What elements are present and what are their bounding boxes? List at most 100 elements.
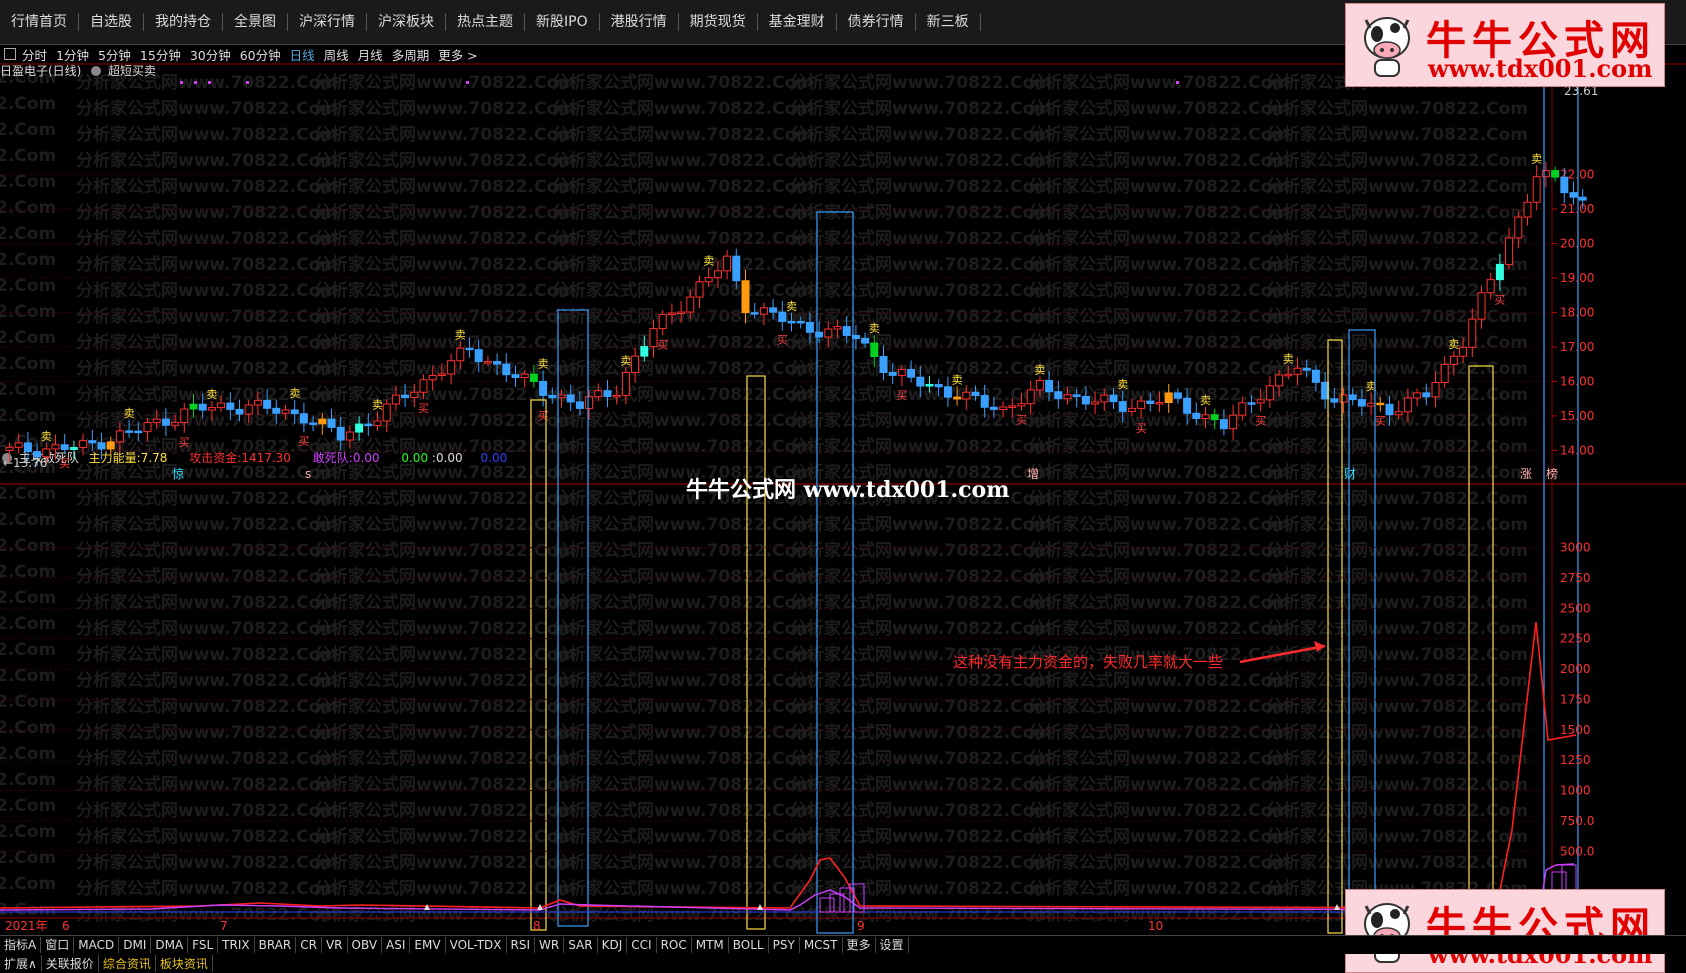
candle-body [520, 373, 529, 379]
extension-tab-0[interactable]: 扩展∧ [0, 954, 42, 972]
candle-body [198, 403, 207, 411]
indicator-tab-4[interactable]: DMA [151, 937, 189, 953]
sell-signal-label: 卖 [703, 254, 714, 267]
candle-body [401, 394, 410, 398]
extension-tab-1[interactable]: 关联报价 [42, 954, 99, 972]
candle-body [290, 409, 299, 415]
extension-tab-3[interactable]: 板块资讯 [156, 954, 213, 972]
candle-body [796, 320, 805, 324]
indicator-tab-1[interactable]: 窗口 [41, 937, 75, 953]
candle-body [382, 403, 391, 422]
candle-body [244, 404, 253, 415]
candle-body [1495, 263, 1504, 281]
candle-body [134, 430, 143, 434]
indicator-tab-5[interactable]: FSL [188, 937, 219, 953]
candle-body [870, 342, 879, 357]
candle-body [364, 423, 373, 427]
candle-body [217, 402, 226, 409]
candle-body [1210, 414, 1219, 421]
indicator-tab-14[interactable]: RSI [507, 937, 536, 953]
indicator-tab-0[interactable]: 指标A [0, 937, 42, 953]
indicator-tab-16[interactable]: SAR [564, 937, 598, 953]
candle-body [1265, 385, 1274, 401]
candle-body [750, 312, 759, 315]
indicator-tab-23[interactable]: MCST [800, 937, 843, 953]
candle-body [171, 421, 180, 426]
highlight-box-yellow [1468, 365, 1494, 935]
candle-body [594, 390, 603, 398]
indicator-tab-10[interactable]: OBV [348, 937, 383, 953]
candle-body [1091, 401, 1100, 405]
indicator-tab-2[interactable]: MACD [74, 937, 120, 953]
candle-body [1183, 397, 1192, 414]
candle-body [833, 326, 842, 330]
sell-signal-label: 卖 [124, 407, 135, 420]
candle-body [1192, 412, 1201, 420]
indicator-tab-8[interactable]: CR [296, 937, 322, 953]
indicator-tab-25[interactable]: 设置 [876, 937, 909, 953]
candle-body [980, 394, 989, 408]
candle-body [1146, 400, 1155, 405]
candle-body [79, 440, 88, 448]
candle-body [281, 409, 290, 414]
candle-body [1238, 402, 1247, 416]
sell-signal-label: 卖 [786, 300, 797, 313]
candle-body [152, 418, 161, 424]
candle-body [1330, 398, 1339, 403]
event-mark-label: 财 [1344, 467, 1356, 481]
indicator-tab-17[interactable]: KDJ [598, 937, 628, 953]
indicator-tab-6[interactable]: TRIX [218, 937, 255, 953]
indicator-tab-21[interactable]: BOLL [729, 937, 769, 953]
candle-body [428, 374, 437, 381]
candle-body [1100, 394, 1109, 403]
candle-body [1367, 402, 1376, 407]
buy-signal-label: 买 [896, 389, 907, 402]
indicator-tab-24[interactable]: 更多 [843, 937, 876, 953]
annotation-arrowhead [1314, 641, 1325, 652]
candle-body [842, 326, 851, 336]
indicator-tab-7[interactable]: BRAR [255, 937, 297, 953]
indicator-tab-11[interactable]: ASI [382, 937, 411, 953]
candle-body [805, 321, 814, 333]
candle-body [741, 280, 750, 314]
extension-tab-2[interactable]: 综合资讯 [99, 954, 156, 972]
buy-signal-label: 买 [1136, 422, 1147, 435]
candle-body [953, 396, 962, 400]
candle-body [529, 373, 538, 382]
candle-body [5, 446, 14, 451]
sell-signal-label: 卖 [1034, 363, 1045, 376]
candle-body [1560, 176, 1569, 194]
sell-signal-label: 卖 [41, 430, 52, 443]
candle-body [713, 270, 722, 279]
indicator-tab-15[interactable]: WR [535, 937, 565, 953]
price-tick-label: 19.00 [1560, 271, 1594, 285]
candle-body [1155, 402, 1164, 405]
candle-body [1109, 394, 1118, 403]
indicator-tab-18[interactable]: CCI [627, 937, 657, 953]
candle-body [1486, 279, 1495, 294]
indicator-tab-20[interactable]: MTM [692, 937, 729, 953]
candle-body [1054, 391, 1063, 400]
buy-signal-label: 买 [179, 436, 190, 449]
buy-signal-label: 买 [538, 409, 549, 422]
kline-chart[interactable]: 22.0021.0020.0019.0018.0017.0016.0015.00… [0, 0, 1686, 935]
indicator-tab-19[interactable]: ROC [657, 937, 692, 953]
indicator-tick-label: 750.0 [1560, 814, 1594, 828]
indicator-tab-13[interactable]: VOL-TDX [446, 937, 507, 953]
time-axis-label: 10 [1148, 919, 1163, 933]
sell-signal-label: 卖 [206, 388, 217, 401]
candle-body [318, 418, 327, 425]
candle-body [999, 406, 1008, 410]
indicator-tab-12[interactable]: EMV [410, 937, 446, 953]
candle-body [235, 408, 244, 415]
candle-body [1063, 394, 1072, 400]
candle-body [732, 255, 741, 282]
indicator-tab-22[interactable]: PSY [769, 937, 800, 953]
candle-body [336, 426, 345, 441]
indicator-tab-9[interactable]: VR [322, 937, 348, 953]
indicator-tab-3[interactable]: DMI [119, 937, 152, 953]
candle-body [373, 420, 382, 426]
candle-body [1201, 414, 1210, 420]
signal-dot [194, 81, 197, 84]
candle-body [686, 296, 695, 313]
